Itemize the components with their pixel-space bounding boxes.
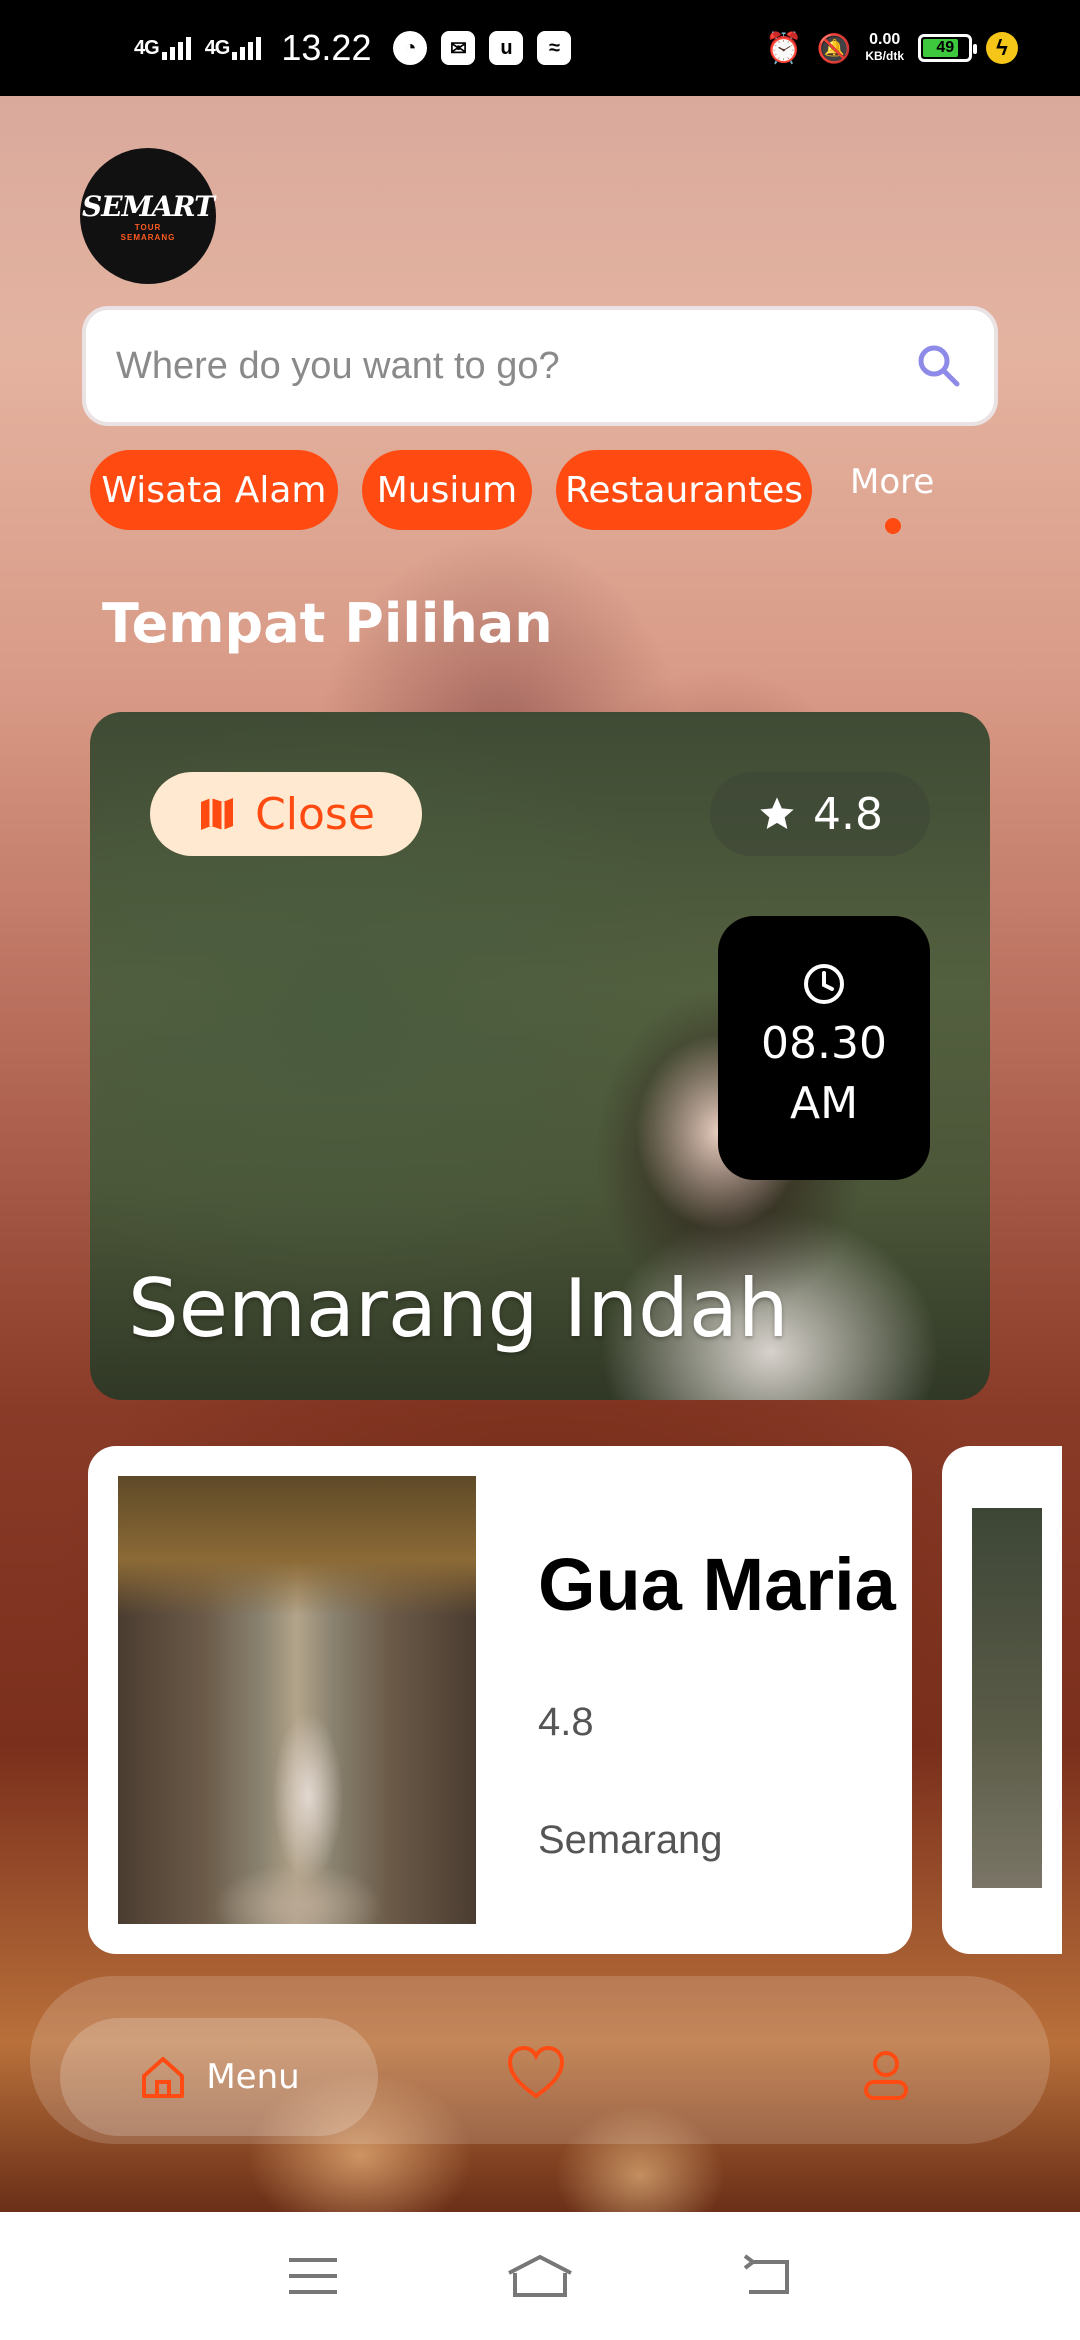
place-photo	[118, 1476, 476, 1924]
search-input[interactable]	[116, 344, 914, 388]
network-speed: 0.00 KB/dtk	[865, 31, 904, 64]
alarm-icon: ⏰	[765, 31, 803, 65]
menu-label: Menu	[206, 2057, 300, 2097]
network-type-1: 4G	[134, 37, 160, 59]
battery-level: 49	[923, 39, 959, 57]
app-logo: SEMART TOUR SEMARANG	[80, 148, 216, 284]
signal-2: 4G	[205, 36, 262, 60]
category-chip-musium[interactable]: Musium	[362, 450, 532, 530]
time-value: 08.30	[761, 1018, 887, 1069]
star-icon	[760, 797, 794, 829]
charging-icon: ϟ	[986, 32, 1018, 64]
bottom-navigation: Menu	[30, 1976, 1050, 2144]
rating-badge: 4.8	[710, 772, 930, 856]
system-navigation-bar	[0, 2212, 1080, 2340]
clock-icon	[804, 964, 844, 1004]
status-label: Close	[255, 788, 375, 840]
chip-label: Restaurantes	[565, 469, 803, 511]
rating-value: 4.8	[813, 788, 883, 840]
profile-icon[interactable]	[856, 2044, 916, 2104]
more-indicator-dot	[885, 518, 901, 534]
battery-icon: 49	[918, 34, 977, 62]
search-bar[interactable]	[86, 310, 994, 422]
place-name: Gua Maria	[538, 1543, 896, 1626]
more-categories-link[interactable]: More	[850, 462, 934, 502]
category-chip-restaurantes[interactable]: Restaurantes	[556, 450, 812, 530]
speedometer-icon: ◔	[393, 31, 428, 65]
status-badge: Close	[150, 772, 422, 856]
nav-menu-button[interactable]: Menu	[60, 2018, 378, 2136]
category-chip-wisata-alam[interactable]: Wisata Alam	[90, 450, 338, 530]
heart-icon[interactable]	[506, 2044, 566, 2104]
logo-sub-2: SEMARANG	[120, 232, 176, 242]
section-title: Tempat Pilihan	[102, 592, 553, 655]
logo-text: SEMART	[82, 189, 215, 223]
back-icon[interactable]	[732, 2248, 802, 2304]
status-bar: 4G 4G 13.22 ◔ ✉ u ≈ ⏰ 🔕 0.00 KB/dtk 49 ϟ	[0, 0, 1080, 96]
chip-label: Wisata Alam	[101, 469, 327, 511]
mail-icon: ✉	[441, 31, 476, 65]
recent-apps-icon[interactable]	[278, 2248, 348, 2304]
app-chat-icon: ≈	[537, 31, 572, 65]
time-period: AM	[789, 1078, 859, 1129]
map-icon	[201, 798, 234, 830]
place-card[interactable]: Gua Maria 4.8 Semarang	[88, 1446, 912, 1954]
clock: 13.22	[281, 27, 372, 68]
network-type-2: 4G	[204, 37, 231, 59]
chip-label: Musium	[376, 469, 518, 511]
featured-title: Semarang Indah	[128, 1262, 789, 1355]
signal-1: 4G	[134, 36, 191, 60]
home-button-icon[interactable]	[505, 2248, 575, 2304]
home-icon	[142, 2057, 185, 2098]
featured-place-card[interactable]: Close 4.8 08.30 AM Semarang Indah	[90, 712, 990, 1400]
place-rating: 4.8	[538, 1700, 594, 1744]
place-card-next[interactable]	[942, 1446, 1062, 1954]
place-photo	[972, 1508, 1042, 1888]
search-icon[interactable]	[914, 341, 964, 391]
mute-icon: 🔕	[816, 32, 852, 64]
place-city: Semarang	[538, 1818, 723, 1862]
logo-sub-1: TOUR	[134, 222, 162, 232]
opening-time-badge: 08.30 AM	[718, 916, 930, 1180]
app-u-icon: u	[489, 31, 524, 65]
